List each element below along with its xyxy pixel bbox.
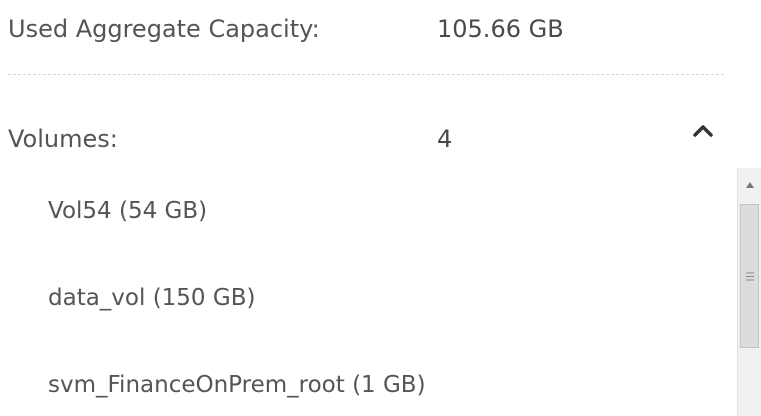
used-aggregate-capacity-value: 105.66 GB: [437, 15, 564, 43]
used-aggregate-capacity-label: Used Aggregate Capacity:: [8, 15, 320, 43]
list-item-volume[interactable]: Vol54 (54 GB): [48, 196, 207, 226]
section-divider: [8, 74, 724, 75]
list-item-volume[interactable]: svm_FinanceOnPrem_root (1 GB): [48, 370, 426, 400]
used-aggregate-capacity-row: Used Aggregate Capacity: 105.66 GB: [8, 14, 728, 44]
volumes-label: Volumes:: [8, 125, 118, 153]
volumes-row: Volumes: 4: [8, 124, 728, 158]
chevron-up-icon: [693, 125, 713, 137]
grip-lines-icon: [745, 272, 754, 280]
volume-list: Vol54 (54 GB) data_vol (150 GB) svm_Fina…: [0, 168, 736, 416]
collapse-volumes-button[interactable]: [687, 118, 719, 144]
arrow-up-icon: [745, 182, 754, 188]
volume-list-scrollbar[interactable]: [737, 168, 761, 416]
scroll-up-button[interactable]: [738, 168, 761, 202]
volumes-count: 4: [437, 125, 453, 153]
list-item-volume[interactable]: data_vol (150 GB): [48, 283, 255, 313]
scroll-thumb[interactable]: [740, 204, 759, 348]
